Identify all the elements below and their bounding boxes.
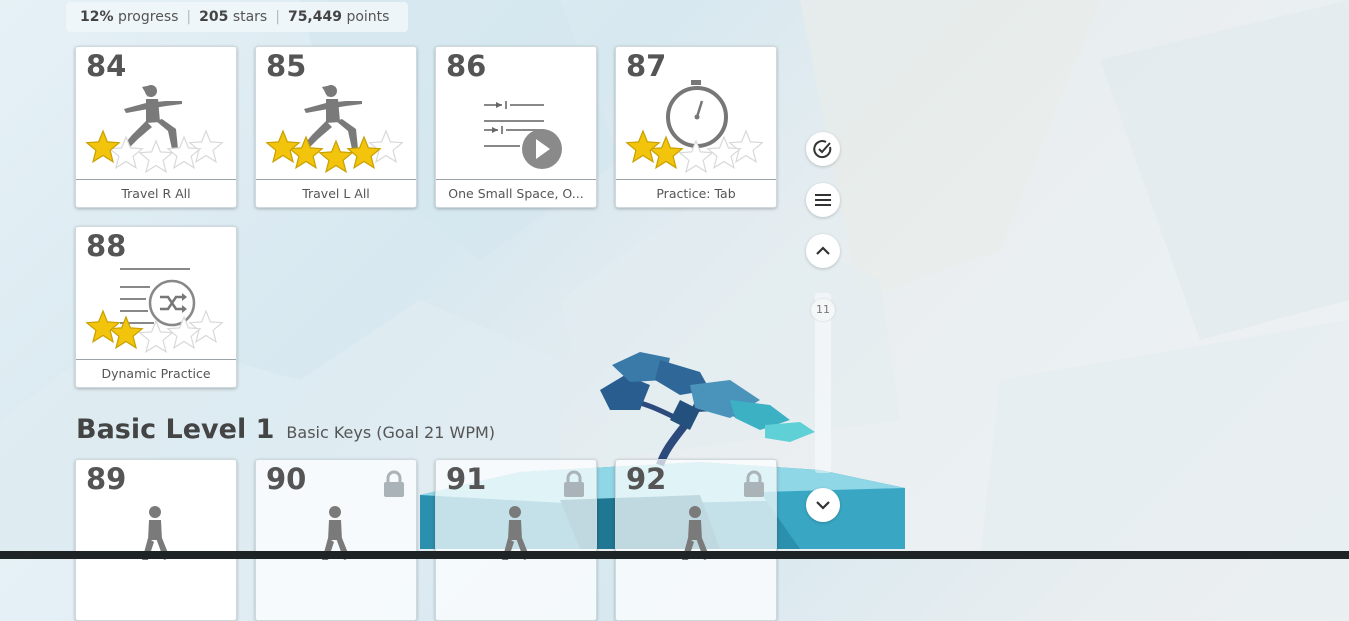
lesson-number: 85 — [266, 49, 307, 83]
menu-icon — [815, 194, 831, 206]
lesson-label: One Small Space, O... — [436, 179, 596, 207]
section-title: Basic Level 1 — [76, 414, 275, 445]
star-empty-icon — [188, 309, 224, 344]
star-empty-icon — [188, 129, 224, 164]
lesson-card-90[interactable]: 90 — [255, 459, 417, 621]
points-stat: 75,449 points — [287, 9, 390, 25]
progress-summary-bar: 12% progress | 205 stars | 75,449 points — [66, 2, 408, 32]
lesson-number: 88 — [86, 229, 127, 263]
star-filled-icon — [85, 129, 121, 164]
star-filled-icon — [265, 129, 301, 164]
lock-icon — [384, 470, 404, 497]
lesson-number: 86 — [446, 49, 487, 83]
check-circle-icon — [813, 140, 832, 159]
stat-separator: | — [186, 9, 192, 25]
scroll-down-button[interactable] — [806, 488, 840, 522]
section-heading: Basic Level 1 Basic Keys (Goal 21 WPM) — [76, 414, 495, 445]
star-filled-icon — [625, 129, 661, 164]
star-filled-icon — [288, 135, 324, 170]
taskbar — [0, 551, 1349, 559]
star-empty-icon — [728, 129, 764, 164]
check-progress-button[interactable] — [806, 132, 840, 166]
lesson-number: 92 — [626, 462, 667, 496]
lesson-number: 84 — [86, 49, 127, 83]
lesson-number: 87 — [626, 49, 667, 83]
lesson-card-87[interactable]: 87 Practice: Tab — [615, 46, 777, 208]
star-filled-icon — [648, 135, 684, 170]
lesson-card-91[interactable]: 91 — [435, 459, 597, 621]
page-number-badge: 11 — [811, 299, 835, 321]
lesson-number: 91 — [446, 462, 487, 496]
star-filled-icon — [108, 315, 144, 350]
lesson-card-85[interactable]: 85 Travel L All — [255, 46, 417, 208]
section-subtitle: Basic Keys (Goal 21 WPM) — [286, 423, 496, 442]
star-empty-icon — [138, 139, 174, 174]
stars-stat: 205 stars — [199, 9, 268, 25]
stat-separator: | — [275, 9, 280, 25]
lesson-card-88[interactable]: 88 Dynamic Practice — [75, 226, 237, 388]
lesson-card-92[interactable]: 92 — [615, 459, 777, 621]
lesson-number: 90 — [266, 462, 307, 496]
lesson-number: 89 — [86, 462, 127, 496]
lesson-label: Travel R All — [76, 179, 236, 207]
star-empty-icon — [368, 129, 404, 164]
lesson-label: Travel L All — [256, 179, 416, 207]
lock-icon — [564, 470, 584, 497]
lesson-label: Practice: Tab — [616, 179, 776, 207]
chevron-down-icon — [816, 501, 830, 510]
star-empty-icon — [108, 135, 144, 170]
lesson-card-84[interactable]: 84 Travel R All — [75, 46, 237, 208]
scroll-up-button[interactable] — [806, 234, 840, 268]
menu-button[interactable] — [806, 183, 840, 217]
lesson-card-86[interactable]: 86 One Small Space, O... — [435, 46, 597, 208]
chevron-up-icon — [816, 246, 830, 255]
star-filled-icon — [318, 139, 354, 174]
lesson-label: Dynamic Practice — [76, 359, 236, 387]
progress-stat: 12% progress — [80, 9, 179, 25]
lesson-card-89[interactable]: 89 — [75, 459, 237, 621]
star-filled-icon — [85, 309, 121, 344]
lock-icon — [744, 470, 764, 497]
